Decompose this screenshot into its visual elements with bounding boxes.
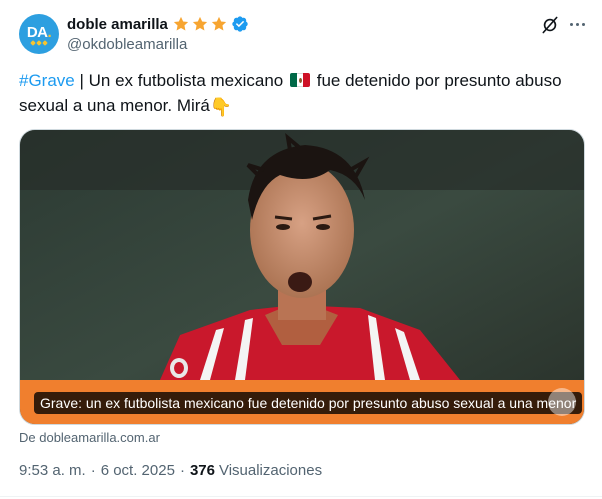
star-icon [173,16,188,31]
avatar-monogram: DA. [26,23,52,41]
hashtag-link[interactable]: #Grave [19,71,75,90]
name-stars-badge [172,15,228,33]
grok-icon[interactable] [540,15,560,35]
views-count[interactable]: 376 [190,462,215,479]
avatar-stars [30,39,48,46]
tweet-date[interactable]: 6 oct. 2025 [101,462,175,479]
tweet-time[interactable]: 9:53 a. m. [19,462,86,479]
mexico-flag-icon [290,73,310,87]
more-options-icon[interactable] [566,13,588,35]
card-logo-icon [548,388,576,416]
meta-separator: · [90,462,96,479]
tweet-text: #Grave | Un ex futbolista mexicano fue d… [19,68,589,120]
card-title-caption: Grave: un ex futbolista mexicano fue det… [34,392,583,414]
pointing-down-icon: 👇 [209,97,233,117]
author-name-row[interactable]: doble amarilla [67,14,249,34]
tweet-card: DA. doble amarilla @okdobleamarilla #Gra… [0,0,602,499]
link-card-image[interactable]: Grave: un ex futbolista mexicano fue det… [19,129,585,425]
verified-badge-icon[interactable] [231,15,249,33]
views-label[interactable]: Visualizaciones [219,462,322,479]
star-icon [192,16,207,31]
author-display-name[interactable]: doble amarilla [67,16,168,33]
avatar[interactable]: DA. [19,14,59,54]
tweet-text-part1: | Un ex futbolista mexicano [74,71,288,90]
card-source-link[interactable]: De dobleamarilla.com.ar [19,430,160,445]
star-icon [211,16,226,31]
meta-separator: · [179,462,185,479]
tweet-metadata: 9:53 a. m. · 6 oct. 2025 · 376 Visualiza… [19,462,322,479]
author-handle[interactable]: @okdobleamarilla [67,36,187,53]
divider [0,496,602,497]
